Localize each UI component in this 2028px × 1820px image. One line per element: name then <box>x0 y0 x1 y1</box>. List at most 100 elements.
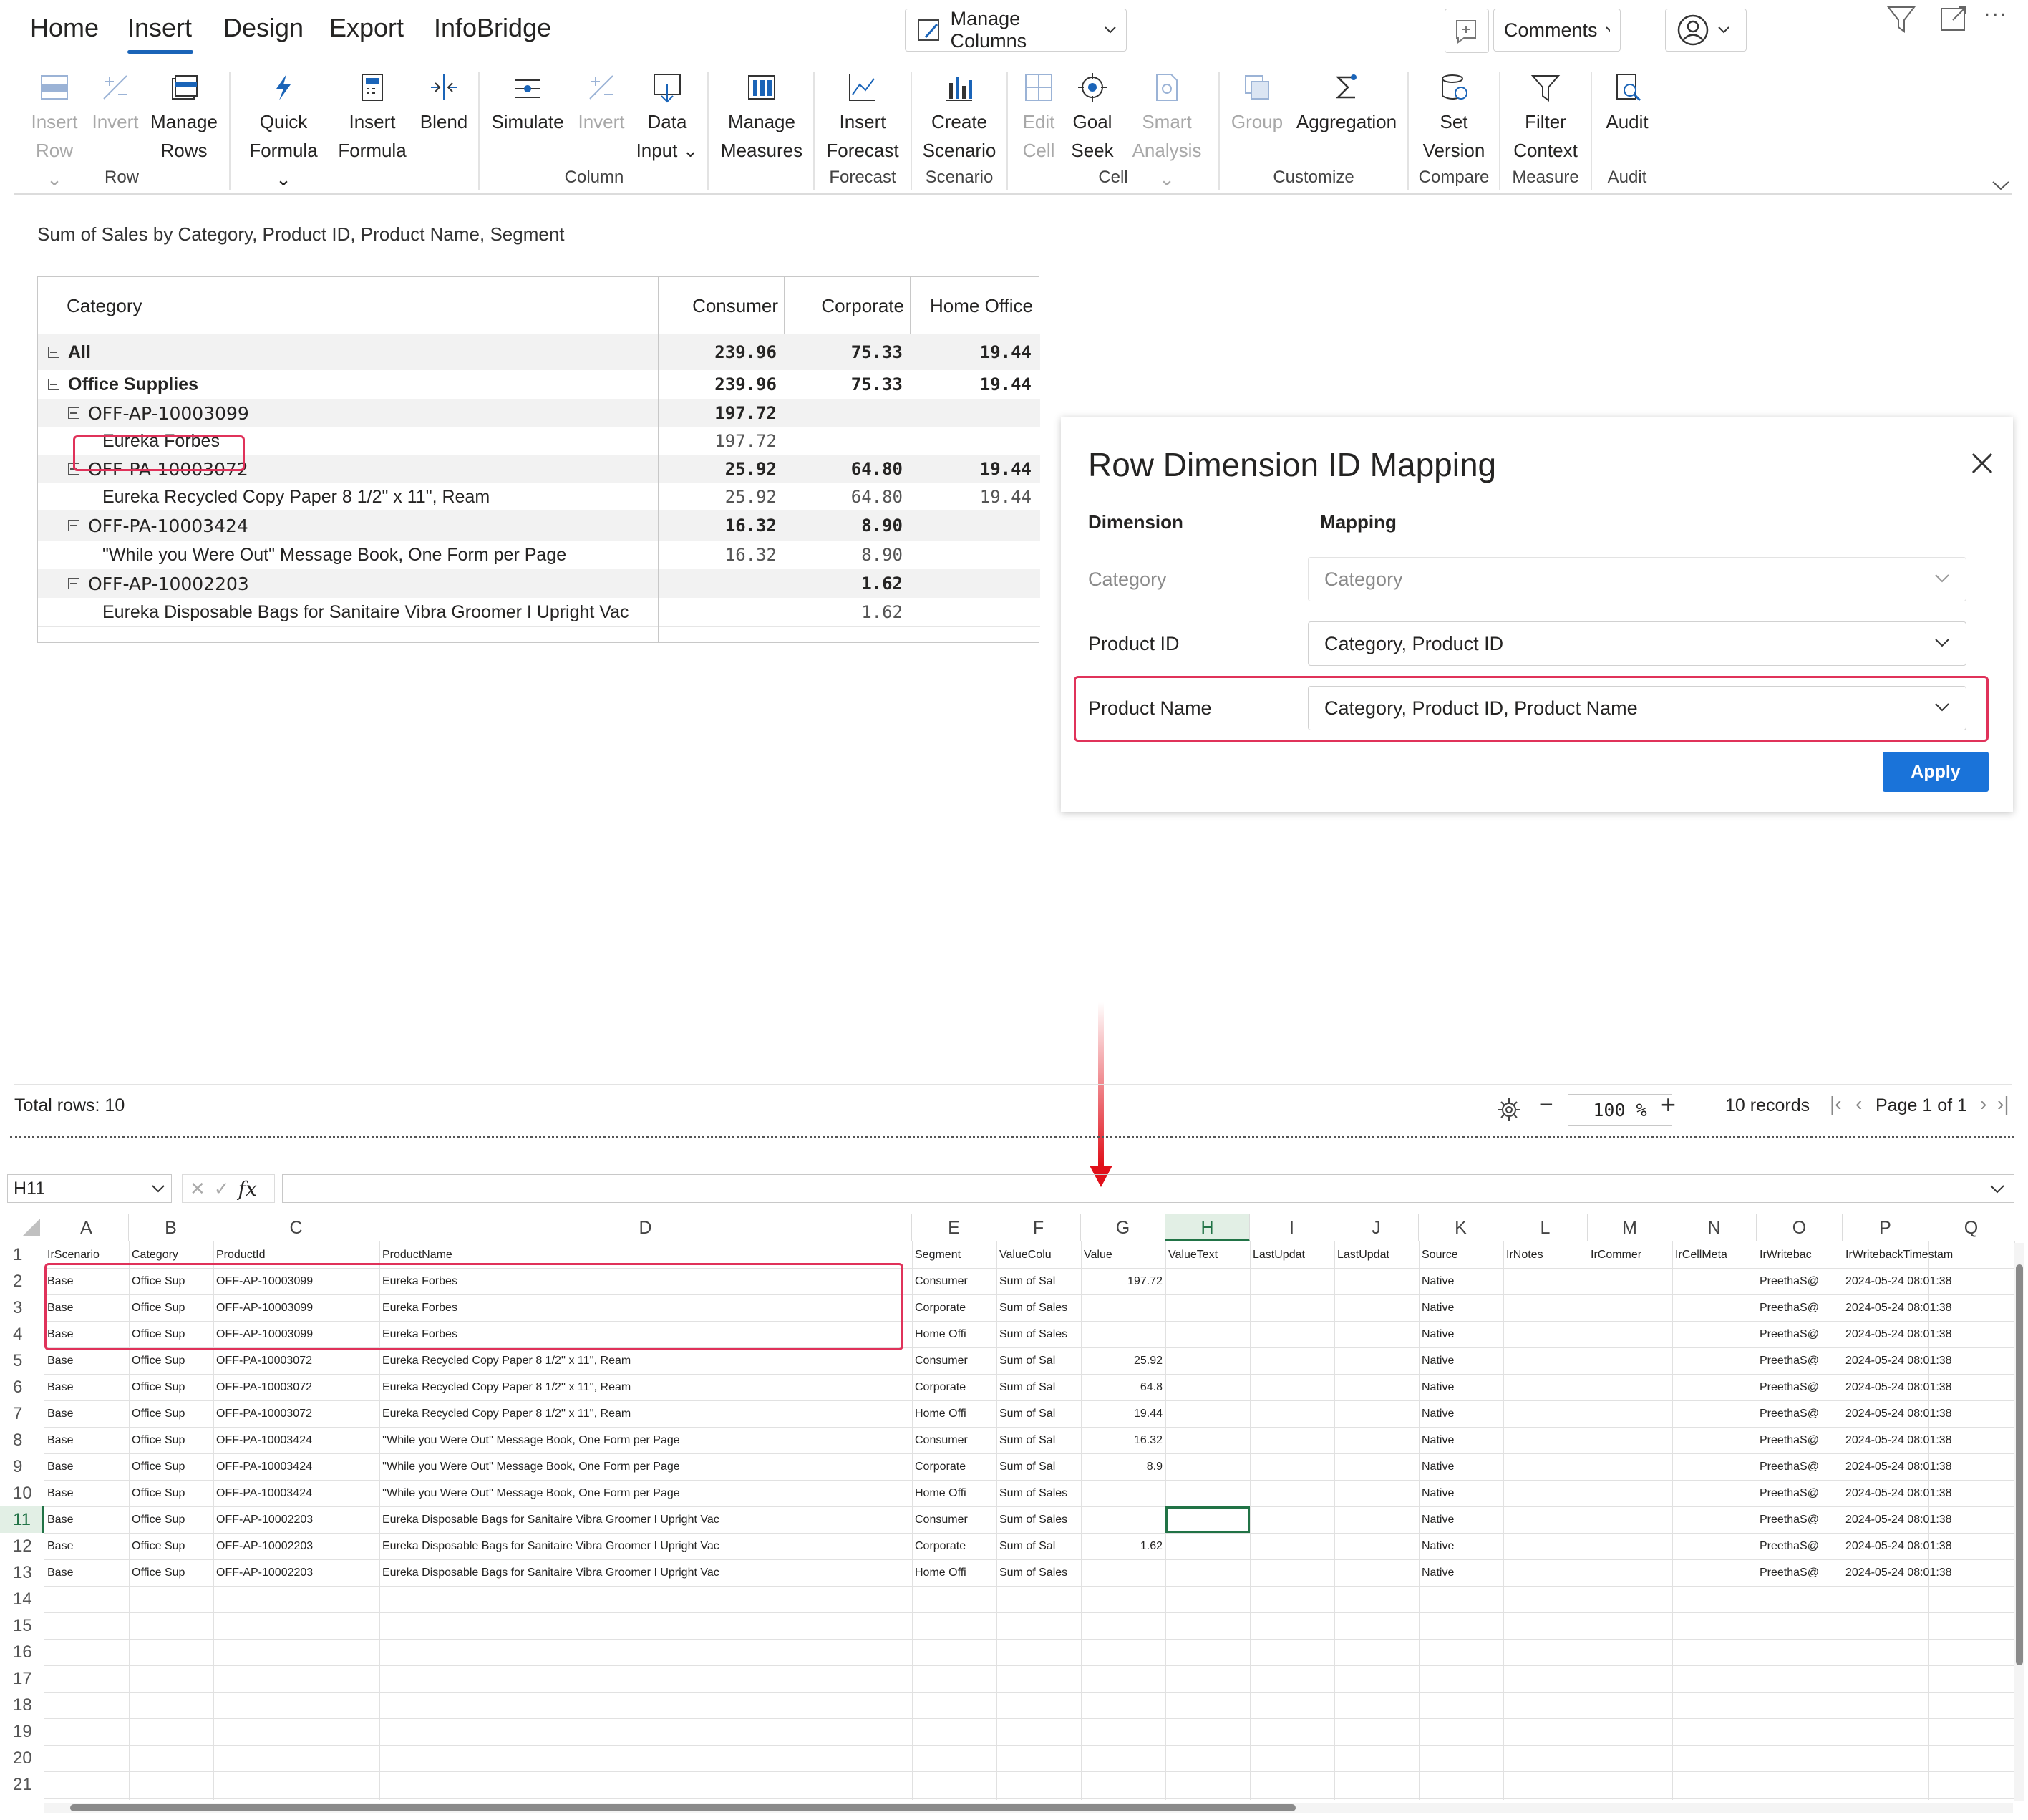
fx-icon[interactable]: fx <box>238 1177 257 1201</box>
pane-splitter[interactable] <box>10 1136 2014 1138</box>
sheet-cell[interactable] <box>1334 1453 1419 1480</box>
insert-row-button[interactable]: Insert Row ⌄ <box>26 72 83 193</box>
collapse-toggle-icon[interactable] <box>48 347 59 358</box>
sheet-cell[interactable] <box>1165 1427 1250 1453</box>
row-number[interactable]: 5 <box>0 1347 44 1374</box>
pivot-value-cell[interactable]: 239.96 <box>658 334 784 370</box>
sheet-cell[interactable]: OFF-PA-10003072 <box>213 1374 379 1400</box>
header-category[interactable]: Category <box>67 277 654 334</box>
sheet-cell[interactable]: Native <box>1419 1347 1503 1374</box>
sheet-header-cell[interactable]: IrWritebac <box>1757 1241 1843 1268</box>
sheet-cell[interactable]: Base <box>44 1559 129 1586</box>
vertical-scrollbar[interactable] <box>2014 1243 2024 1801</box>
column-header-p[interactable]: P <box>1843 1214 1928 1241</box>
sheet-cell[interactable]: Sum of Sales <box>996 1506 1081 1533</box>
horizontal-scroll-thumb[interactable] <box>70 1804 1296 1811</box>
edit-cell-button[interactable]: Edit Cell <box>1015 72 1062 165</box>
sheet-cell[interactable]: Home Offi <box>912 1559 996 1586</box>
sheet-cell[interactable]: Home Offi <box>912 1480 996 1506</box>
pivot-value-cell[interactable] <box>910 569 1039 598</box>
mapping-category-dropdown[interactable]: Category <box>1308 557 1966 601</box>
pivot-value-cell[interactable] <box>910 399 1039 427</box>
row-number[interactable]: 20 <box>0 1745 44 1771</box>
sheet-cell[interactable]: Eureka Recycled Copy Paper 8 1/2'' x 11'… <box>379 1400 912 1427</box>
sheet-cell[interactable] <box>1503 1347 1588 1374</box>
column-header-k[interactable]: K <box>1419 1214 1503 1241</box>
sheet-cell[interactable] <box>1503 1453 1588 1480</box>
sheet-cell[interactable]: Office Sup <box>129 1533 213 1559</box>
tab-design[interactable]: Design <box>223 13 304 43</box>
sheet-cell[interactable]: OFF-PA-10003424 <box>213 1480 379 1506</box>
sheet-cell[interactable]: Sum of Sal <box>996 1347 1081 1374</box>
row-number[interactable]: 8 <box>0 1427 44 1453</box>
column-header-e[interactable]: E <box>912 1214 996 1241</box>
sheet-cell[interactable] <box>1250 1400 1334 1427</box>
pivot-value-cell[interactable] <box>658 569 784 598</box>
collapse-toggle-icon[interactable] <box>68 407 79 419</box>
row-number[interactable]: 4 <box>0 1321 44 1347</box>
name-box[interactable]: H11 <box>7 1174 172 1203</box>
sheet-cell[interactable]: Sum of Sales <box>996 1559 1081 1586</box>
sheet-cell[interactable]: Base <box>44 1347 129 1374</box>
sheet-cell[interactable]: Base <box>44 1374 129 1400</box>
sheet-cell[interactable] <box>1250 1559 1334 1586</box>
last-page-icon[interactable]: ›| <box>1997 1093 2009 1115</box>
sheet-cell[interactable]: OFF-PA-10003072 <box>213 1400 379 1427</box>
row-number[interactable]: 10 <box>0 1480 44 1506</box>
sheet-cell[interactable]: Consumer <box>912 1347 996 1374</box>
sheet-cell[interactable]: Base <box>44 1533 129 1559</box>
pivot-value-cell[interactable]: 239.96 <box>658 370 784 399</box>
sheet-cell[interactable] <box>1165 1347 1250 1374</box>
page-number[interactable]: 1 <box>1922 1095 1932 1115</box>
sheet-cell[interactable] <box>1334 1321 1419 1347</box>
pivot-row[interactable]: OFF-PA-10003424 16.32 8.90 <box>38 510 1040 541</box>
sheet-cell[interactable] <box>1081 1480 1165 1506</box>
sheet-cell[interactable] <box>1334 1268 1419 1294</box>
pivot-value-cell[interactable]: 19.44 <box>910 334 1039 370</box>
row-number[interactable]: 19 <box>0 1718 44 1745</box>
sheet-cell[interactable] <box>1081 1321 1165 1347</box>
sheet-cell[interactable] <box>1081 1559 1165 1586</box>
confirm-icon[interactable]: ✓ <box>214 1178 230 1200</box>
sheet-cell[interactable]: Native <box>1419 1374 1503 1400</box>
sheet-cell[interactable] <box>1672 1480 1757 1506</box>
sheet-cell[interactable] <box>1503 1480 1588 1506</box>
sheet-cell[interactable]: 2024-05-24 08:01:38 <box>1843 1321 2014 1347</box>
filter-icon[interactable] <box>1886 3 1917 34</box>
sheet-cell[interactable] <box>1165 1559 1250 1586</box>
settings-gear-icon[interactable] <box>1495 1095 1523 1124</box>
pivot-row[interactable]: Eureka Disposable Bags for Sanitaire Vib… <box>38 598 1040 627</box>
pivot-value-cell[interactable]: 197.72 <box>658 427 784 455</box>
sheet-cell[interactable]: OFF-PA-10003424 <box>213 1427 379 1453</box>
sheet-cell[interactable] <box>1250 1294 1334 1321</box>
sheet-cell[interactable]: 8.9 <box>1081 1453 1165 1480</box>
sheet-cell[interactable]: Native <box>1419 1321 1503 1347</box>
column-header-f[interactable]: F <box>996 1214 1081 1241</box>
manage-columns-button[interactable]: Manage Columns <box>905 8 1127 52</box>
pivot-value-cell[interactable]: 19.44 <box>910 455 1039 483</box>
sheet-cell[interactable]: Eureka Disposable Bags for Sanitaire Vib… <box>379 1506 912 1533</box>
horizontal-scrollbar[interactable] <box>44 1803 2013 1813</box>
sheet-cell[interactable] <box>1165 1533 1250 1559</box>
sheet-cell[interactable]: OFF-PA-10003424 <box>213 1453 379 1480</box>
sheet-header-cell[interactable]: ValueColu <box>996 1241 1081 1268</box>
sheet-cell[interactable]: Office Sup <box>129 1453 213 1480</box>
sheet-cell[interactable]: Native <box>1419 1400 1503 1427</box>
sheet-cell[interactable]: Office Sup <box>129 1347 213 1374</box>
sheet-cell[interactable]: Office Sup <box>129 1374 213 1400</box>
sheet-cell[interactable] <box>1250 1347 1334 1374</box>
row-number[interactable]: 7 <box>0 1400 44 1427</box>
sheet-cell[interactable]: Base <box>44 1427 129 1453</box>
column-header-h[interactable]: H <box>1165 1214 1250 1241</box>
pivot-row[interactable]: Eureka Recycled Copy Paper 8 1/2" x 11",… <box>38 483 1040 511</box>
row-number[interactable]: 1 <box>0 1241 44 1268</box>
sheet-cell[interactable]: Native <box>1419 1506 1503 1533</box>
manage-measures-button[interactable]: Manage Measures <box>719 72 805 165</box>
row-number[interactable]: 21 <box>0 1771 44 1798</box>
sheet-cell[interactable]: PreethaS@ <box>1757 1321 1843 1347</box>
sheet-cell[interactable]: Native <box>1419 1559 1503 1586</box>
sheet-cell[interactable]: 2024-05-24 08:01:38 <box>1843 1506 2014 1533</box>
sheet-cell[interactable] <box>1588 1453 1672 1480</box>
pivot-row[interactable]: OFF-AP-10002203 1.62 <box>38 569 1040 599</box>
sheet-cell[interactable]: PreethaS@ <box>1757 1559 1843 1586</box>
